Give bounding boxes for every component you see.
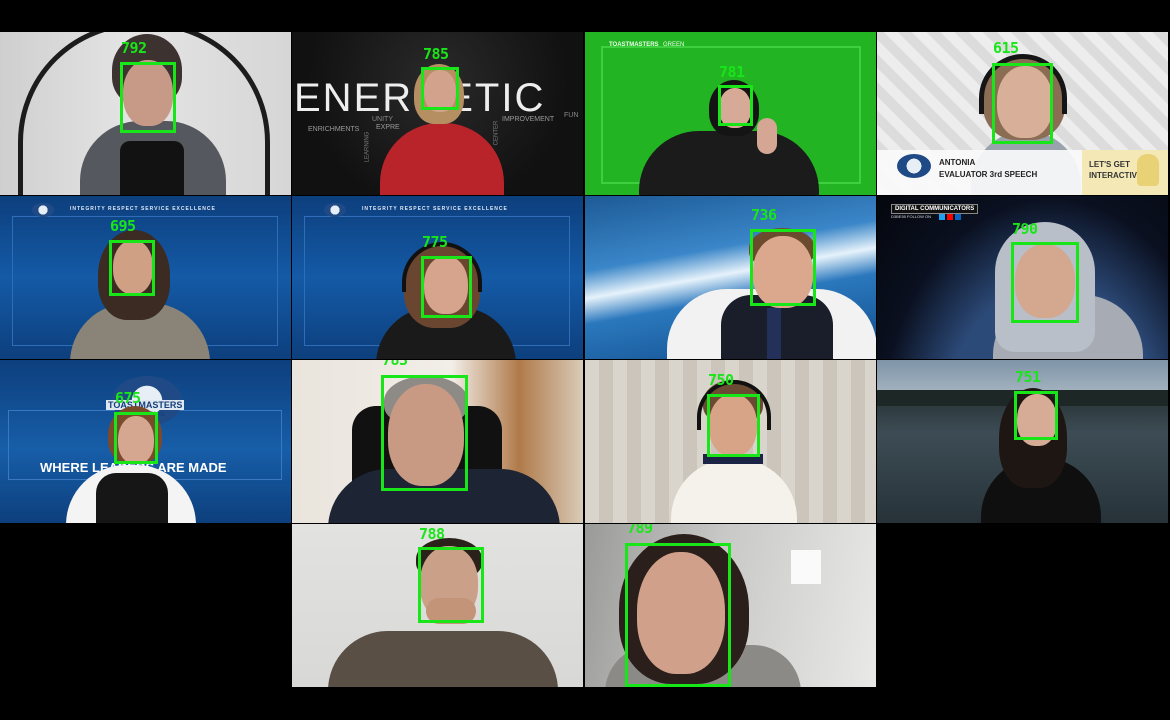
video-tile-2[interactable]: ENERGETIC ENRICHMENTS EXPRE UNITY LEARNI… <box>292 32 583 195</box>
toastmasters-logo-icon <box>897 154 931 178</box>
face-detection-box <box>114 412 158 464</box>
face-detection-box <box>381 375 468 491</box>
bg-word-enrichments: ENRICHMENTS <box>308 126 360 133</box>
toastmasters-logo-icon <box>32 203 54 217</box>
green-tag-label: GREEN <box>663 42 685 48</box>
video-tile-6[interactable]: INTEGRITY RESPECT SERVICE EXCELLENCE 775 <box>292 196 583 359</box>
face-detection-box <box>109 240 155 296</box>
face-detection-box <box>750 229 816 306</box>
participant-shirt <box>120 141 184 195</box>
participant-body <box>328 631 558 687</box>
video-tile-3[interactable]: TOASTMASTERS GREEN 781 <box>585 32 876 195</box>
raised-hand <box>757 118 777 154</box>
video-tile-11[interactable]: 750 <box>585 360 876 523</box>
face-score-label: 736 <box>751 206 777 224</box>
face-detection-box <box>418 547 484 623</box>
bg-word-unity: UNITY <box>372 116 393 123</box>
face-detection-box <box>120 62 176 133</box>
toastmasters-logo-icon <box>324 203 346 217</box>
video-tile-7[interactable]: 736 <box>585 196 876 359</box>
evaluator-role: EVALUATOR 3rd SPEECH <box>939 170 1038 179</box>
digital-communicators-title: DIGITAL COMMUNICATORS <box>891 204 979 214</box>
evaluator-name: ANTONIA <box>939 158 976 167</box>
linkedin-icon <box>955 214 961 220</box>
face-score-label: 790 <box>1012 220 1038 238</box>
face-detection-box <box>421 256 472 318</box>
face-detection-box <box>625 543 731 687</box>
video-tile-5[interactable]: INTEGRITY RESPECT SERVICE EXCELLENCE 695 <box>0 196 291 359</box>
video-tile-13[interactable]: 788 <box>292 524 583 687</box>
face-detection-box <box>992 63 1053 144</box>
digital-communicators-sub: D3BE55 FOLLOW ON <box>891 214 932 219</box>
bg-word-center: CENTER <box>493 120 500 146</box>
face-score-label: 775 <box>422 233 448 251</box>
twitter-icon <box>939 214 945 220</box>
values-banner: INTEGRITY RESPECT SERVICE EXCELLENCE <box>70 206 216 212</box>
face-score-label: 785 <box>423 45 449 63</box>
face-detection-box <box>718 85 753 126</box>
face-score-label: 783 <box>382 360 408 369</box>
values-banner: INTEGRITY RESPECT SERVICE EXCELLENCE <box>362 206 508 212</box>
youtube-icon <box>947 214 953 220</box>
video-tile-9[interactable]: TOASTMASTERS INTERNATIONAL WHERE LEADERS… <box>0 360 291 523</box>
face-score-label: 788 <box>419 525 445 543</box>
bg-word-improvement: IMPROVEMENT <box>502 116 555 123</box>
video-tile-1[interactable]: 792 <box>0 32 291 195</box>
face-detection-box <box>707 394 760 457</box>
participant-vest <box>96 473 168 523</box>
face-score-label: 751 <box>1015 368 1041 386</box>
face-detection-box <box>421 67 459 110</box>
video-tile-12[interactable]: 751 <box>877 360 1168 523</box>
participant-body <box>639 131 819 195</box>
face-score-label: 792 <box>121 39 147 57</box>
face-score-label: 695 <box>110 217 136 235</box>
video-tile-8[interactable]: DIGITAL COMMUNICATORS D3BE55 FOLLOW ON 7… <box>877 196 1168 359</box>
bg-word-fun: FUN <box>564 112 579 119</box>
face-detection-box <box>1011 242 1079 323</box>
cta-line-1: LET'S GET <box>1089 160 1131 169</box>
face-score-label: 789 <box>627 524 653 537</box>
video-tile-4[interactable]: ANTONIA EVALUATOR 3rd SPEECH LET'S GET I… <box>877 32 1168 195</box>
video-tile-10[interactable]: 783 <box>292 360 583 523</box>
hand-tap-icon <box>1137 154 1159 186</box>
face-score-label: 615 <box>993 39 1019 57</box>
green-brand-label: TOASTMASTERS <box>609 42 659 48</box>
window-light <box>791 550 821 584</box>
video-tile-14[interactable]: 789 <box>585 524 876 687</box>
face-score-label: 750 <box>708 371 734 389</box>
bg-word-learning: LEARNING <box>364 131 371 163</box>
face-score-label: 781 <box>719 63 745 81</box>
tie <box>767 308 781 359</box>
face-score-label: 675 <box>115 389 141 407</box>
bg-word-expre: EXPRE <box>376 124 400 131</box>
face-detection-box <box>1014 391 1058 440</box>
